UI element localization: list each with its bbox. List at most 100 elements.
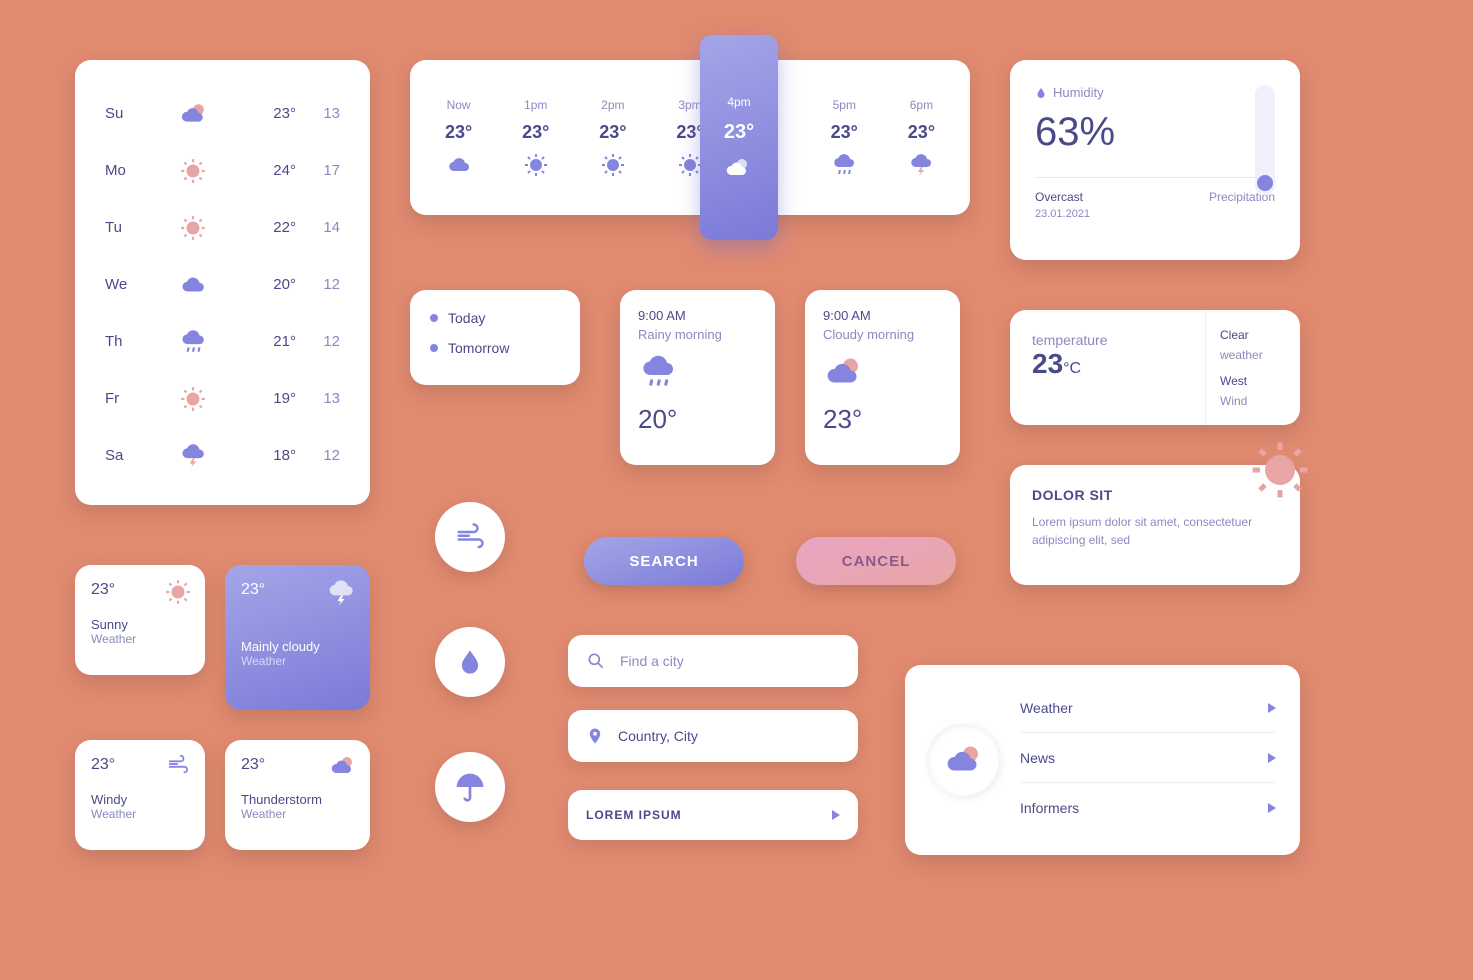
menu-weather-button[interactable] — [927, 724, 999, 796]
sun-pink-icon — [178, 215, 208, 241]
dolor-title: DOLOR SIT — [1032, 487, 1278, 503]
small-sub: Weather — [241, 807, 354, 821]
storm-icon — [326, 579, 356, 607]
hourly-forecast-card: Now 23° 1pm 23° 2pm 23° 3pm 23° 5pm 23° … — [410, 60, 970, 215]
umbrella-round-button[interactable] — [435, 752, 505, 822]
hourly-selected-item[interactable]: 4pm 23° — [700, 35, 778, 240]
search-icon — [586, 651, 606, 671]
humidity-slider[interactable] — [1255, 85, 1275, 195]
day-label: We — [105, 276, 159, 293]
legend-today[interactable]: Today — [430, 310, 560, 326]
hour-item[interactable]: 2pm 23° — [574, 60, 651, 215]
day-label: Fr — [105, 390, 159, 407]
chevron-right-icon — [1268, 703, 1276, 713]
hour-temp: 23° — [908, 122, 935, 143]
wind-label: Wind — [1220, 394, 1286, 408]
small-sub: Weather — [241, 654, 354, 668]
morning-card-rainy[interactable]: 9:00 AM Rainy morning 20° — [620, 290, 775, 465]
high-temp: 20° — [227, 276, 296, 293]
small-sunny-card[interactable]: 23° Sunny Weather — [75, 565, 205, 675]
location-text: Country, City — [618, 728, 698, 744]
partly-cloudy-icon — [943, 742, 983, 778]
humidity-card: Humidity 63% Overcast Precipitation 23.0… — [1010, 60, 1300, 260]
sun-icon — [601, 153, 625, 177]
menu-item[interactable]: Weather — [1020, 683, 1276, 733]
rain-icon — [832, 153, 856, 177]
small-windy-card[interactable]: 23° Windy Weather — [75, 740, 205, 850]
cloud-icon — [178, 272, 208, 298]
hour-time: 2pm — [601, 98, 624, 112]
location-input[interactable]: Country, City — [568, 710, 858, 762]
lorem-button[interactable]: LOREM IPSUM — [568, 790, 858, 840]
clear-label: Clear — [1220, 328, 1286, 342]
lorem-label: LOREM IPSUM — [586, 808, 682, 822]
hour-time: Now — [447, 98, 471, 112]
partly-cloudy-icon — [725, 156, 753, 180]
umbrella-icon — [454, 771, 486, 803]
small-sub: Weather — [91, 807, 189, 821]
hour-item[interactable]: 5pm 23° — [806, 60, 883, 215]
menu-label: Weather — [1020, 700, 1073, 716]
hour-item[interactable]: 6pm 23° — [883, 60, 960, 215]
chevron-right-icon — [832, 810, 840, 820]
cancel-button[interactable]: CANCEL — [796, 537, 956, 585]
humidity-label: Humidity — [1035, 85, 1275, 100]
small-cloudy-card[interactable]: 23° Mainly cloudy Weather — [225, 565, 370, 710]
search-button[interactable]: SEARCH — [584, 537, 744, 585]
city-placeholder: Find a city — [620, 653, 684, 669]
morning-card-cloudy[interactable]: 9:00 AM Cloudy morning 23° — [805, 290, 960, 465]
hour-temp: 23° — [445, 122, 472, 143]
hour-time: 4pm — [727, 95, 750, 109]
partly-cloudy-icon — [178, 101, 208, 127]
low-temp: 13 — [296, 390, 340, 407]
hour-item[interactable]: Now 23° — [420, 60, 497, 215]
drop-icon — [456, 646, 484, 678]
temp-value: 23°C — [1032, 348, 1183, 380]
weekly-row[interactable]: Sa 18° 12 — [105, 427, 340, 484]
chevron-right-icon — [1268, 803, 1276, 813]
chevron-right-icon — [1268, 753, 1276, 763]
storm-icon — [909, 153, 933, 177]
humidity-value: 63% — [1035, 110, 1275, 155]
high-temp: 21° — [227, 333, 296, 350]
small-thunder-card[interactable]: 23° Thunderstorm Weather — [225, 740, 370, 850]
low-temp: 13 — [296, 105, 340, 122]
morning-time: 9:00 AM — [638, 308, 757, 323]
hour-temp: 23° — [724, 121, 754, 144]
legend-tomorrow[interactable]: Tomorrow — [430, 340, 560, 356]
high-temp: 22° — [227, 219, 296, 236]
hour-item[interactable]: 1pm 23° — [497, 60, 574, 215]
menu-item[interactable]: News — [1020, 733, 1276, 783]
weekly-row[interactable]: Th 21° 12 — [105, 313, 340, 370]
temperature-card: temperature 23°C Clear weather West Wind — [1010, 310, 1300, 425]
morning-cond: Rainy morning — [638, 327, 757, 342]
city-search-input[interactable]: Find a city — [568, 635, 858, 687]
hour-temp: 23° — [522, 122, 549, 143]
weekly-row[interactable]: Su 23° 13 — [105, 85, 340, 142]
weekly-row[interactable]: Tu 22° 14 — [105, 199, 340, 256]
weekly-row[interactable]: Mo 24° 17 — [105, 142, 340, 199]
small-cond: Windy — [91, 792, 189, 807]
hour-time: 3pm — [678, 98, 701, 112]
morning-temp: 23° — [823, 404, 942, 435]
weekly-row[interactable]: We 20° 12 — [105, 256, 340, 313]
sun-icon — [524, 153, 548, 177]
small-cond: Thunderstorm — [241, 792, 354, 807]
weekly-row[interactable]: Fr 19° 13 — [105, 370, 340, 427]
high-temp: 19° — [227, 390, 296, 407]
small-cond: Sunny — [91, 617, 189, 632]
weekly-forecast-card: Su 23° 13 Mo 24° 17 Tu 22° 14 We 20° 12 … — [75, 60, 370, 505]
drop-round-button[interactable] — [435, 627, 505, 697]
temp-label: temperature — [1032, 332, 1183, 348]
sun-icon — [678, 153, 702, 177]
small-cond: Mainly cloudy — [241, 639, 354, 654]
condition-label: Overcast — [1035, 190, 1083, 204]
partly-cloudy-icon — [823, 354, 863, 390]
day-label: Tu — [105, 219, 159, 236]
wind-round-button[interactable] — [435, 502, 505, 572]
west-label: West — [1220, 374, 1286, 388]
rain-icon — [178, 329, 208, 355]
morning-time: 9:00 AM — [823, 308, 942, 323]
day-label: Th — [105, 333, 159, 350]
menu-item[interactable]: Informers — [1020, 783, 1276, 833]
